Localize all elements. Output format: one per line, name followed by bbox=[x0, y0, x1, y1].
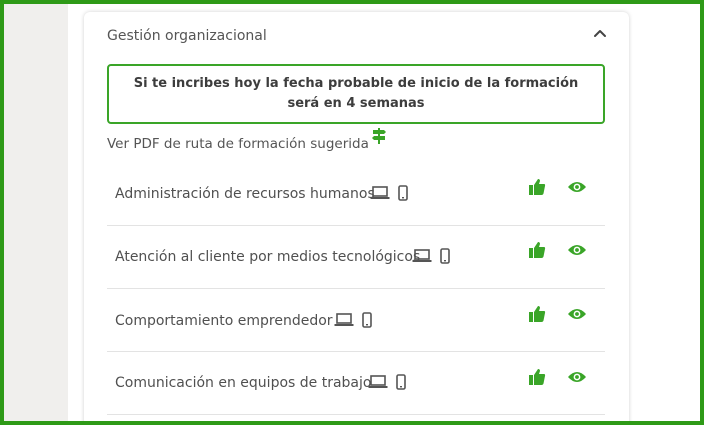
course-name: Administración de recursos humanos bbox=[115, 186, 375, 202]
chevron-up-icon[interactable] bbox=[592, 26, 608, 40]
course-row[interactable]: Comunicación en equipos de trabajo bbox=[107, 352, 605, 415]
pdf-route-link[interactable]: Ver PDF de ruta de formación sugerida bbox=[107, 136, 369, 152]
thumbs-up-icon[interactable] bbox=[528, 241, 546, 259]
laptop-icon bbox=[334, 313, 354, 326]
device-icons bbox=[370, 185, 408, 201]
thumbs-up-icon[interactable] bbox=[528, 368, 546, 386]
course-name: Atención al cliente por medios tecnológi… bbox=[115, 249, 421, 265]
device-icons bbox=[334, 312, 372, 328]
mobile-icon bbox=[440, 248, 450, 264]
course-name: Comportamiento emprendedor bbox=[115, 313, 333, 329]
device-icons bbox=[412, 248, 450, 264]
mobile-icon bbox=[362, 312, 372, 328]
thumbs-up-icon[interactable] bbox=[528, 178, 546, 196]
signpost-icon[interactable] bbox=[371, 127, 387, 145]
device-icons bbox=[368, 374, 406, 390]
course-row[interactable]: Comportamiento emprendedor bbox=[107, 289, 605, 352]
eye-icon[interactable] bbox=[567, 307, 587, 321]
course-row[interactable]: Atención al cliente por medios tecnológi… bbox=[107, 226, 605, 289]
course-name: Comunicación en equipos de trabajo bbox=[115, 375, 372, 391]
right-margin bbox=[628, 4, 700, 421]
eye-icon[interactable] bbox=[567, 243, 587, 257]
laptop-icon bbox=[412, 249, 432, 262]
section-title: Gestión organizacional bbox=[107, 28, 267, 44]
course-row[interactable]: Administración de recursos humanos bbox=[107, 163, 605, 226]
thumbs-up-icon[interactable] bbox=[528, 305, 546, 323]
eye-icon[interactable] bbox=[567, 180, 587, 194]
left-sidebar-strip bbox=[4, 4, 68, 421]
mobile-icon bbox=[398, 185, 408, 201]
mobile-icon bbox=[396, 374, 406, 390]
eye-icon[interactable] bbox=[567, 370, 587, 384]
start-date-notice: Si te incribes hoy la fecha probable de … bbox=[107, 64, 605, 124]
laptop-icon bbox=[368, 375, 388, 388]
laptop-icon bbox=[370, 186, 390, 199]
